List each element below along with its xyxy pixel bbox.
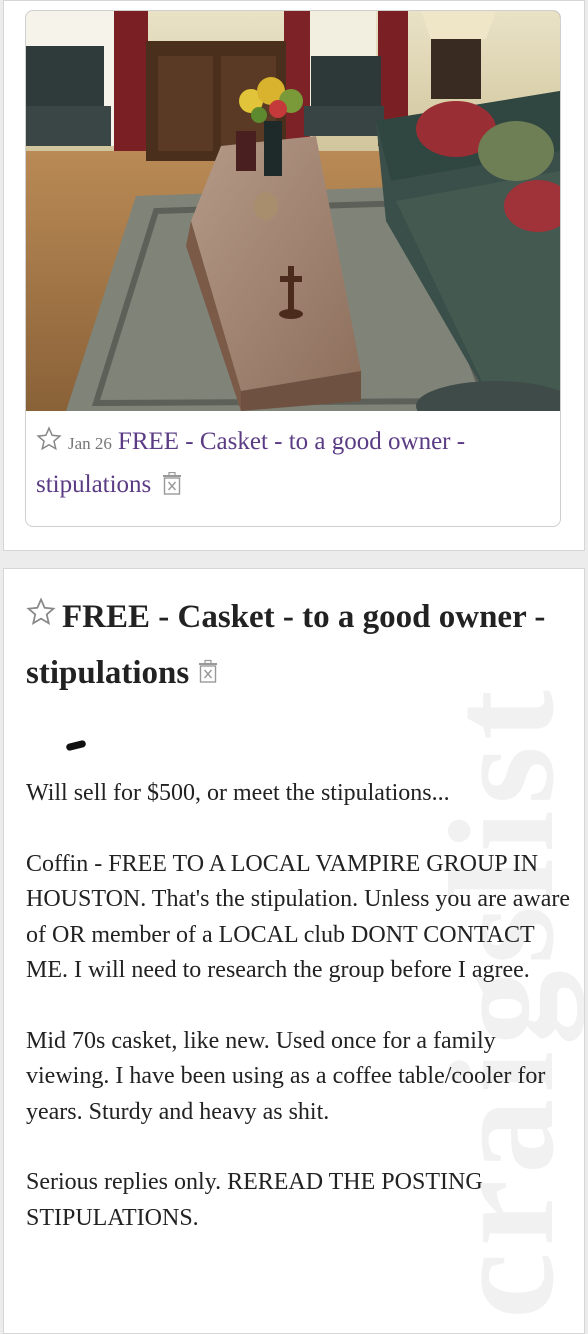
posting-detail-panel: craigslist FREE - Casket - to a good own… [3, 568, 585, 1334]
hide-trash-icon[interactable] [161, 469, 183, 509]
hide-trash-icon[interactable] [197, 647, 219, 703]
star-outline-icon[interactable] [26, 589, 56, 645]
listing-date: Jan 26 [68, 434, 112, 453]
star-outline-icon[interactable] [36, 425, 62, 465]
posting-body: Will sell for $500, or meet the stipulat… [26, 776, 574, 1271]
posting-paragraph: Coffin - FREE TO A LOCAL VAMPIRE GROUP I… [26, 850, 571, 984]
search-results-panel: Jan 26 FREE - Casket - to a good owner - … [3, 0, 585, 551]
posting-paragraph: Will sell for $500, or meet the stipulat… [26, 780, 450, 806]
listing-meta: Jan 26 FREE - Casket - to a good owner - … [36, 422, 550, 509]
posting-paragraph: Mid 70s casket, like new. Used once for … [26, 1027, 546, 1125]
listing-photo[interactable] [26, 11, 560, 411]
listing-card[interactable]: Jan 26 FREE - Casket - to a good owner - … [25, 10, 561, 527]
posting-paragraph: Serious replies only. REREAD THE POSTING… [26, 1169, 483, 1231]
living-room-casket-photo [26, 11, 560, 411]
posting-title: FREE - Casket - to a good owner - stipul… [26, 589, 566, 703]
posting-title-text: FREE - Casket - to a good owner - stipul… [26, 599, 546, 691]
redaction-mark [65, 739, 87, 752]
